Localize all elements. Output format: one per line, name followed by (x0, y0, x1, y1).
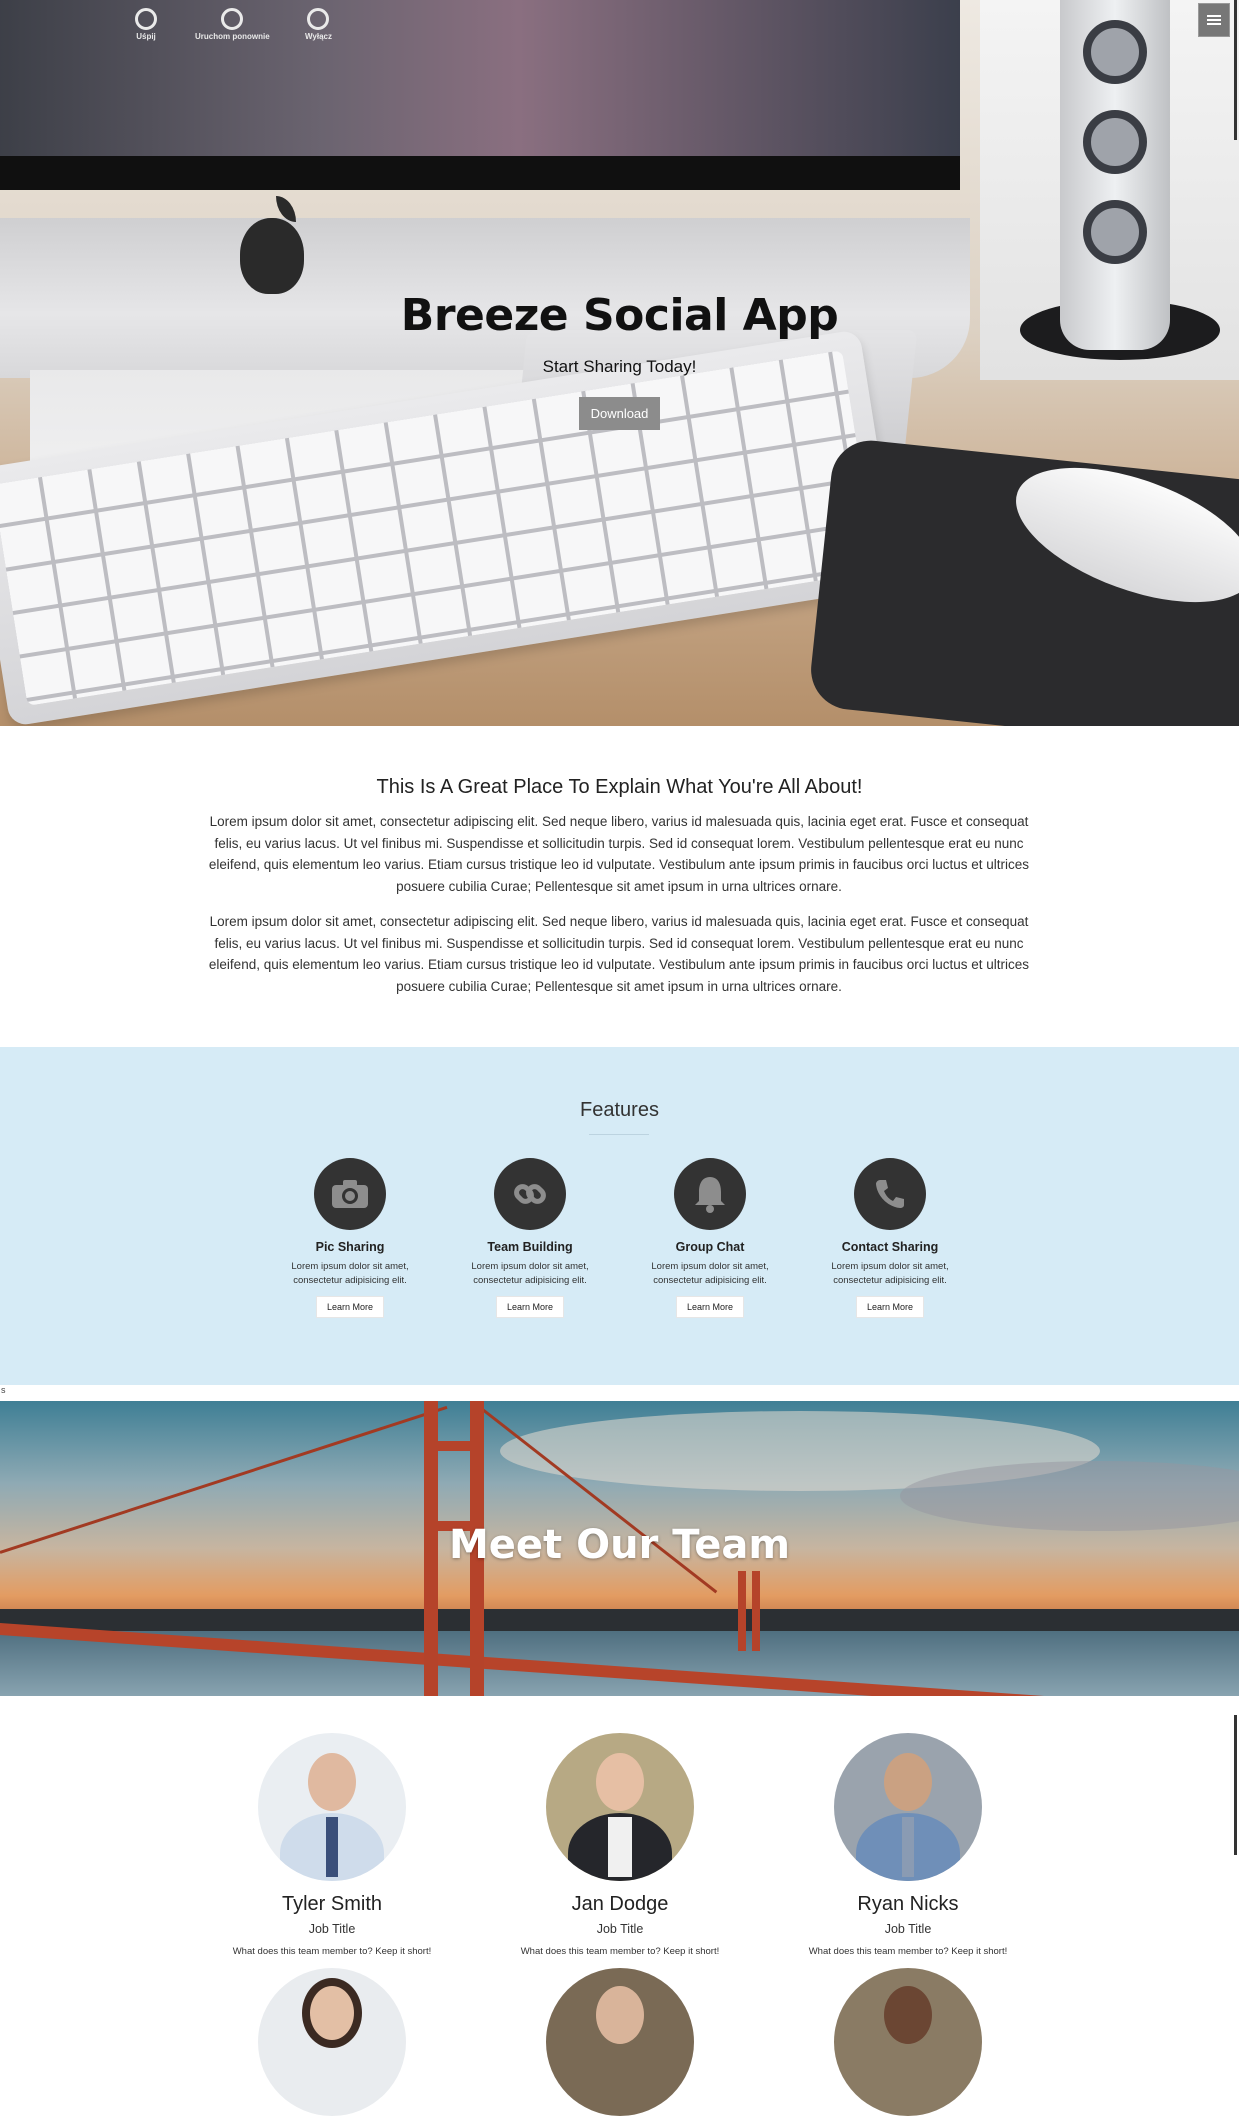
avatar (546, 1968, 694, 2116)
member-name: Ryan Nicks (857, 1893, 959, 1915)
bridge-tower-beam (424, 1441, 484, 1451)
banner-cloud (900, 1461, 1239, 1531)
team-member-card: Ryan Nicks Job Title What does this team… (758, 1733, 1058, 1957)
team-title: Meet Our Team (448, 1522, 790, 1568)
menu-button[interactable] (1198, 3, 1230, 37)
about-paragraph: Lorem ipsum dolor sit amet, consectetur … (208, 914, 1030, 994)
avatar (546, 1733, 694, 1881)
member-name: Jan Dodge (571, 1893, 669, 1915)
feature-description: Lorem ipsum dolor sit amet, consectetur … (291, 1261, 409, 1286)
member-job-title: Job Title (596, 1922, 644, 1936)
speaker-ring (1083, 110, 1147, 174)
camera-icon (314, 1158, 386, 1230)
feature-name: Contact Sharing (841, 1240, 939, 1254)
member-description: What does this team member to? Keep it s… (520, 1946, 720, 1957)
feature-description: Lorem ipsum dolor sit amet, consectetur … (651, 1261, 769, 1286)
feature-name: Group Chat (675, 1240, 745, 1254)
feature-card: Team Building Lorem ipsum dolor sit amet… (450, 1158, 610, 1318)
features-title: Features (580, 1099, 659, 1121)
member-description: What does this team member to? Keep it s… (232, 1946, 432, 1957)
bridge-tower (738, 1571, 746, 1651)
link-icon (494, 1158, 566, 1230)
hero-section: Uśpij Uruchom ponownie Wyłącz Breeze Soc… (0, 0, 1239, 726)
feature-name: Pic Sharing (315, 1240, 385, 1254)
scrollbar-thumb[interactable] (1234, 0, 1237, 140)
member-job-title: Job Title (884, 1922, 932, 1936)
learn-more-button[interactable]: Learn More (495, 1296, 565, 1318)
team-member-card: Tyler Smith Job Title What does this tea… (182, 1733, 482, 1957)
stray-text: s (1, 1385, 6, 1395)
member-job-title: Job Title (308, 1922, 356, 1936)
hero-title: Breeze Social App (400, 290, 839, 341)
avatar (834, 1733, 982, 1881)
about-paragraph: Lorem ipsum dolor sit amet, consectetur … (208, 814, 1030, 894)
feature-card: Pic Sharing Lorem ipsum dolor sit amet, … (270, 1158, 430, 1318)
learn-more-button[interactable]: Learn More (315, 1296, 385, 1318)
hero-content: Breeze Social App Start Sharing Today! D… (0, 290, 1239, 430)
features-divider (589, 1134, 649, 1135)
sleep-icon: Uśpij (135, 8, 157, 41)
about-title: This Is A Great Place To Explain What Yo… (376, 776, 863, 798)
avatar (258, 1733, 406, 1881)
speaker-ring (1083, 20, 1147, 84)
apple-logo-icon (240, 218, 304, 294)
learn-more-button[interactable]: Learn More (675, 1296, 745, 1318)
banner-city-skyline (0, 1609, 1239, 1631)
member-name: Tyler Smith (281, 1893, 383, 1915)
bell-icon (674, 1158, 746, 1230)
feature-card: Group Chat Lorem ipsum dolor sit amet, c… (630, 1158, 790, 1318)
feature-description: Lorem ipsum dolor sit amet, consectetur … (471, 1261, 589, 1286)
power-icon: Wyłącz (305, 8, 332, 41)
team-member-card: Jan Dodge Job Title What does this team … (470, 1733, 770, 1957)
member-description: What does this team member to? Keep it s… (808, 1946, 1008, 1957)
speaker-ring (1083, 200, 1147, 264)
avatar (258, 1968, 406, 2116)
hero-subtitle: Start Sharing Today! (542, 357, 697, 376)
hamburger-icon (1207, 15, 1221, 25)
learn-more-button[interactable]: Learn More (855, 1296, 925, 1318)
bridge-tower (752, 1571, 760, 1651)
avatar (834, 1968, 982, 2116)
team-banner: Meet Our Team (0, 1401, 1239, 1696)
feature-description: Lorem ipsum dolor sit amet, consectetur … (831, 1261, 949, 1286)
phone-icon (854, 1158, 926, 1230)
about-section: This Is A Great Place To Explain What Yo… (0, 726, 1239, 1047)
feature-name: Team Building (487, 1240, 573, 1254)
scrollbar-thumb[interactable] (1234, 1715, 1237, 1855)
restart-icon: Uruchom ponownie (195, 8, 270, 41)
features-section: Features Pic Sharing Lorem ipsum dolor s… (0, 1047, 1239, 1385)
screen-icons: Uśpij Uruchom ponownie Wyłącz (135, 8, 365, 56)
download-button[interactable]: Download (578, 397, 661, 430)
feature-card: Contact Sharing Lorem ipsum dolor sit am… (810, 1158, 970, 1318)
